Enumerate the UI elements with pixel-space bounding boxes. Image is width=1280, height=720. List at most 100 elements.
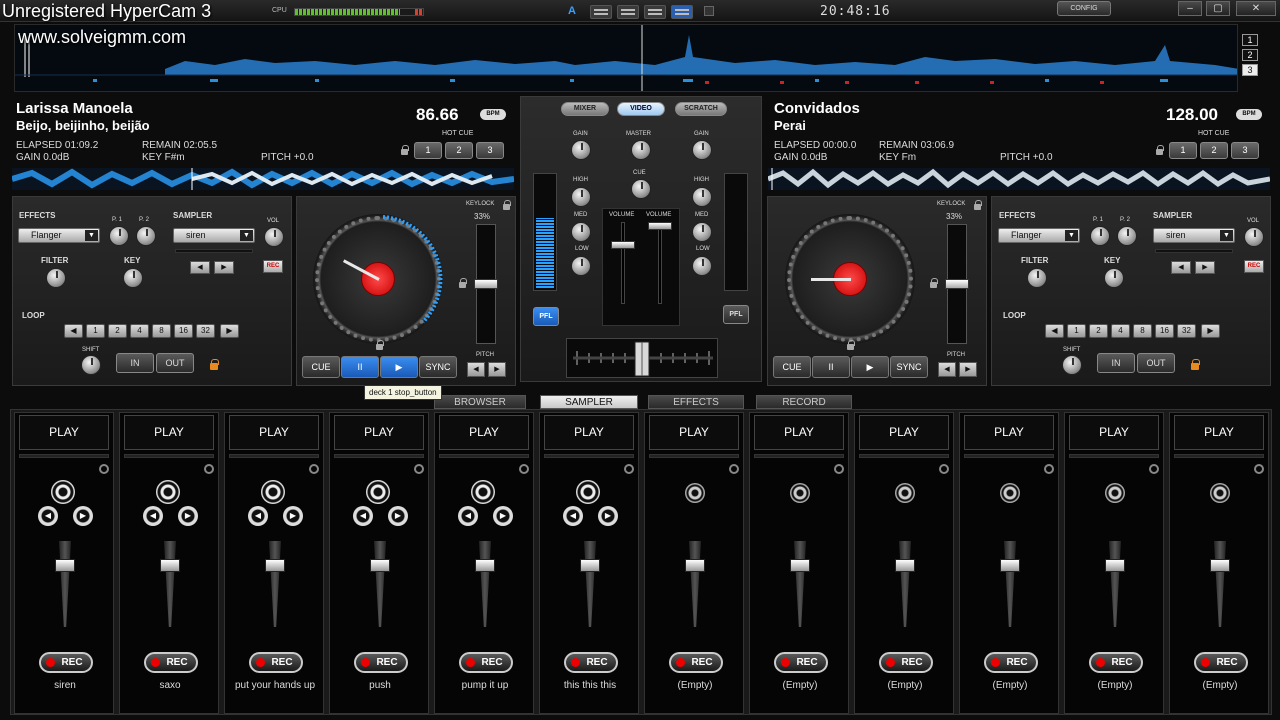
- deck1-pause-button[interactable]: II: [341, 356, 379, 378]
- deck1-loop-out-button[interactable]: OUT: [156, 353, 194, 373]
- sampler-play-button[interactable]: PLAY: [1069, 415, 1159, 450]
- loop-mode-icon[interactable]: [1210, 483, 1230, 503]
- deck1-sync-button[interactable]: SYNC: [419, 356, 457, 378]
- loop-mode-icon[interactable]: [1000, 483, 1020, 503]
- sampler-play-button[interactable]: PLAY: [754, 415, 844, 450]
- sampler-volume-cap[interactable]: [370, 559, 390, 572]
- sampler-volume-track[interactable]: [59, 541, 71, 627]
- deck2-loop-size-16[interactable]: 16: [1155, 324, 1174, 338]
- sampler-rec-button[interactable]: REC: [1194, 652, 1248, 673]
- volume-fader-right-cap[interactable]: [648, 222, 672, 230]
- sampler-volume-cap[interactable]: [1105, 559, 1125, 572]
- deck1-p2-knob[interactable]: [136, 226, 156, 246]
- deck-number-3[interactable]: 3: [1242, 64, 1258, 76]
- deck1-hotcue-2[interactable]: 2: [445, 142, 473, 159]
- deck2-sampler-vol-knob[interactable]: [1244, 227, 1264, 247]
- gear-icon[interactable]: [204, 464, 214, 474]
- sampler-pitch-down-icon[interactable]: ◀: [143, 506, 163, 526]
- deck1-effect-dropdown[interactable]: Flanger ▼: [18, 228, 100, 243]
- master-knob[interactable]: [631, 140, 651, 160]
- cue-mix-knob[interactable]: [631, 179, 651, 199]
- tab-browser[interactable]: BROWSER: [434, 395, 526, 409]
- sampler-play-button[interactable]: PLAY: [229, 415, 319, 450]
- minimize-button[interactable]: –: [1178, 1, 1202, 16]
- deck1-pitch-up[interactable]: ▶: [488, 362, 506, 377]
- video-tab[interactable]: VIDEO: [617, 102, 665, 116]
- sampler-volume-cap[interactable]: [265, 559, 285, 572]
- sampler-volume-cap[interactable]: [895, 559, 915, 572]
- loop-mode-icon[interactable]: [51, 480, 75, 504]
- sampler-volume-track[interactable]: [1214, 541, 1226, 627]
- sampler-pitch-down-icon[interactable]: ◀: [353, 506, 373, 526]
- high-knob-left[interactable]: [571, 187, 591, 207]
- volume-fader-left-track[interactable]: [621, 222, 625, 304]
- crossfader[interactable]: [566, 338, 718, 378]
- sampler-play-button[interactable]: PLAY: [124, 415, 214, 450]
- deck1-platter-lock-icon[interactable]: [376, 340, 384, 350]
- sampler-rec-button[interactable]: REC: [774, 652, 828, 673]
- gear-icon[interactable]: [729, 464, 739, 474]
- sampler-volume-cap[interactable]: [55, 559, 75, 572]
- sampler-play-button[interactable]: PLAY: [544, 415, 634, 450]
- gear-icon[interactable]: [939, 464, 949, 474]
- sampler-volume-track[interactable]: [374, 541, 386, 627]
- pfl-button-right[interactable]: PFL: [723, 305, 749, 324]
- gear-icon[interactable]: [834, 464, 844, 474]
- deck2-p1-knob[interactable]: [1090, 226, 1110, 246]
- sampler-rec-button[interactable]: REC: [39, 652, 93, 673]
- deck2-loop-lock-icon[interactable]: [1191, 359, 1200, 370]
- layout-button-3[interactable]: [644, 5, 666, 19]
- gear-icon[interactable]: [414, 464, 424, 474]
- deck1-loop-size-32[interactable]: 32: [196, 324, 215, 338]
- volume-fader-left-cap[interactable]: [611, 241, 635, 249]
- deck1-sampler-vol-knob[interactable]: [264, 227, 284, 247]
- deck2-loop-out-button[interactable]: OUT: [1137, 353, 1175, 373]
- sampler-rec-button[interactable]: REC: [459, 652, 513, 673]
- deck2-lock-icon[interactable]: [1156, 145, 1164, 155]
- deck1-loop-size-4[interactable]: 4: [130, 324, 149, 338]
- deck1-loop-size-2[interactable]: 2: [108, 324, 127, 338]
- deck-number-2[interactable]: 2: [1242, 49, 1258, 61]
- loop-mode-icon[interactable]: [576, 480, 600, 504]
- loop-mode-icon[interactable]: [156, 480, 180, 504]
- sampler-volume-cap[interactable]: [475, 559, 495, 572]
- sampler-play-button[interactable]: PLAY: [649, 415, 739, 450]
- sampler-pitch-up-icon[interactable]: ▶: [283, 506, 303, 526]
- deck2-pitch-down[interactable]: ◀: [938, 362, 956, 377]
- deck2-pitch-fader-cap[interactable]: [945, 279, 969, 289]
- sampler-volume-cap[interactable]: [1210, 559, 1230, 572]
- deck2-cue-button[interactable]: CUE: [773, 356, 811, 378]
- sampler-rec-button[interactable]: REC: [669, 652, 723, 673]
- loop-mode-icon[interactable]: [685, 483, 705, 503]
- sampler-pitch-down-icon[interactable]: ◀: [458, 506, 478, 526]
- gear-icon[interactable]: [624, 464, 634, 474]
- config-button[interactable]: CONFIG: [1057, 1, 1111, 16]
- deck2-pause-button[interactable]: II: [812, 356, 850, 378]
- sampler-volume-track[interactable]: [269, 541, 281, 627]
- sampler-pitch-up-icon[interactable]: ▶: [493, 506, 513, 526]
- deck1-loop-size-8[interactable]: 8: [152, 324, 171, 338]
- layout-b-icon[interactable]: [704, 6, 714, 16]
- deck2-key-knob[interactable]: [1104, 268, 1124, 288]
- volume-fader-right-track[interactable]: [658, 222, 662, 304]
- sampler-volume-cap[interactable]: [1000, 559, 1020, 572]
- med-knob-left[interactable]: [571, 222, 591, 242]
- deck1-pitch-lock-icon[interactable]: [459, 278, 467, 288]
- maximize-button[interactable]: ▢: [1206, 1, 1230, 16]
- deck1-p1-knob[interactable]: [109, 226, 129, 246]
- layout-button-2[interactable]: [617, 5, 639, 19]
- sampler-volume-track[interactable]: [1004, 541, 1016, 627]
- sampler-volume-cap[interactable]: [790, 559, 810, 572]
- tab-record[interactable]: RECORD: [756, 395, 852, 409]
- deck1-filter-knob[interactable]: [46, 268, 66, 288]
- sampler-volume-track[interactable]: [794, 541, 806, 627]
- sampler-pitch-up-icon[interactable]: ▶: [73, 506, 93, 526]
- loop-mode-icon[interactable]: [895, 483, 915, 503]
- sampler-rec-button[interactable]: REC: [354, 652, 408, 673]
- tab-sampler[interactable]: SAMPLER: [540, 395, 638, 409]
- deck1-loop-prev[interactable]: ◀: [64, 324, 83, 338]
- deck1-shift-knob[interactable]: [81, 355, 101, 375]
- tab-effects[interactable]: EFFECTS: [648, 395, 744, 409]
- deck2-loop-size-32[interactable]: 32: [1177, 324, 1196, 338]
- deck1-loop-in-button[interactable]: IN: [116, 353, 154, 373]
